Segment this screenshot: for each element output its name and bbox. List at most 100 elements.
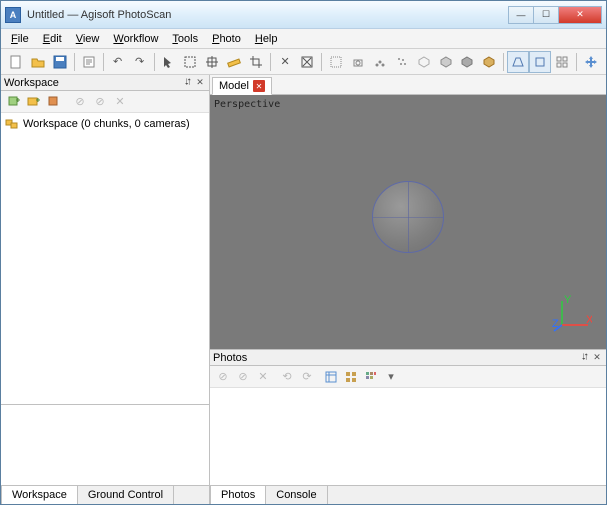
rotate-right-icon[interactable]: ⟳ xyxy=(297,368,317,386)
trackball-sphere xyxy=(372,181,444,253)
separator-icon xyxy=(103,53,104,71)
script-icon[interactable] xyxy=(78,51,100,73)
separator-icon xyxy=(321,53,322,71)
add-chunk-icon[interactable] xyxy=(4,93,24,111)
disable-icon[interactable]: ⊘ xyxy=(70,93,90,111)
menu-photo[interactable]: Photo xyxy=(206,31,247,47)
markers-icon[interactable] xyxy=(369,51,391,73)
tab-model-label: Model xyxy=(219,80,249,92)
workspace-tree[interactable]: Workspace (0 chunks, 0 cameras) xyxy=(1,113,209,404)
menu-workflow[interactable]: Workflow xyxy=(107,31,164,47)
thumb-dropdown-icon[interactable]: ▾ xyxy=(381,368,401,386)
open-icon[interactable] xyxy=(27,51,49,73)
disable2-icon[interactable]: ⊘ xyxy=(90,93,110,111)
rect-select-icon[interactable] xyxy=(179,51,201,73)
tab-ground-control[interactable]: Ground Control xyxy=(77,485,174,504)
tab-model[interactable]: Model ✕ xyxy=(212,77,272,95)
workspace-panel: Workspace ⮃ ✕ ⊘ ⊘ ✕ Workspace (0 c xyxy=(1,75,209,405)
photos-body[interactable] xyxy=(210,388,606,485)
ortho-icon[interactable] xyxy=(529,51,551,73)
solid-icon[interactable] xyxy=(457,51,479,73)
thumb-small-icon[interactable] xyxy=(341,368,361,386)
menu-help-label: elp xyxy=(263,33,278,45)
predefined-views-icon[interactable] xyxy=(551,51,573,73)
menu-file-label: ile xyxy=(18,33,29,45)
menu-edit-label: dit xyxy=(50,33,62,45)
disable-photo-icon[interactable]: ⊘ xyxy=(233,368,253,386)
pin-icon[interactable]: ⮃ xyxy=(579,352,591,364)
tab-workspace-label: Workspace xyxy=(12,489,67,501)
model-viewport-panel: Model ✕ Perspective Y X Z xyxy=(210,75,606,349)
close-panel-icon[interactable]: ✕ xyxy=(591,352,603,364)
workspace-icon xyxy=(5,117,19,131)
undo-icon[interactable]: ↶ xyxy=(107,51,129,73)
axis-z-label: Z xyxy=(552,318,559,330)
menu-view[interactable]: View xyxy=(70,31,106,47)
pin-icon[interactable]: ⮃ xyxy=(182,77,194,89)
photos-toolbar: ⊘ ⊘ ✕ ⟲ ⟳ ▾ xyxy=(210,366,606,388)
menu-photo-label: hoto xyxy=(219,33,240,45)
new-icon[interactable] xyxy=(5,51,27,73)
mesh-icon[interactable] xyxy=(435,51,457,73)
photos-panel-header[interactable]: Photos ⮃ ✕ xyxy=(210,350,606,366)
maximize-button[interactable]: ☐ xyxy=(533,6,559,24)
window-buttons: — ☐ ✕ xyxy=(509,6,602,24)
main-toolbar: ↶ ↷ ✕ xyxy=(1,49,606,75)
enable-all-icon[interactable] xyxy=(44,93,64,111)
separator-icon xyxy=(154,53,155,71)
texture-icon[interactable] xyxy=(478,51,500,73)
tab-photos[interactable]: Photos xyxy=(210,485,266,504)
cameras-icon[interactable] xyxy=(347,51,369,73)
perspective-icon[interactable] xyxy=(507,51,529,73)
app-icon: A xyxy=(5,7,21,23)
resize-region-icon[interactable] xyxy=(201,51,223,73)
enable-photo-icon[interactable]: ⊘ xyxy=(213,368,233,386)
window-title: Untitled — Agisoft PhotoScan xyxy=(27,9,509,21)
crop-selection-icon[interactable] xyxy=(296,51,318,73)
tab-photos-label: Photos xyxy=(221,489,255,501)
pointcloud-icon[interactable] xyxy=(391,51,413,73)
crop-icon[interactable] xyxy=(245,51,267,73)
workspace-panel-header[interactable]: Workspace ⮃ ✕ xyxy=(1,75,209,91)
bbox-icon[interactable] xyxy=(325,51,347,73)
menu-help[interactable]: Help xyxy=(249,31,284,47)
pointer-icon[interactable] xyxy=(158,51,180,73)
separator-icon xyxy=(74,53,75,71)
main-body: Workspace ⮃ ✕ ⊘ ⊘ ✕ Workspace (0 c xyxy=(1,75,606,504)
tab-console[interactable]: Console xyxy=(265,485,327,504)
navigate-icon[interactable] xyxy=(580,51,602,73)
rotate-left-icon[interactable]: ⟲ xyxy=(277,368,297,386)
close-panel-icon[interactable]: ✕ xyxy=(194,77,206,89)
tab-ground-label: Ground Control xyxy=(88,489,163,501)
tab-console-label: Console xyxy=(276,489,316,501)
titlebar[interactable]: A Untitled — Agisoft PhotoScan — ☐ ✕ xyxy=(1,1,606,29)
thumb-large-icon[interactable] xyxy=(361,368,381,386)
remove-icon[interactable]: ✕ xyxy=(110,93,130,111)
menu-file[interactable]: File xyxy=(5,31,35,47)
workspace-root-item[interactable]: Workspace (0 chunks, 0 cameras) xyxy=(5,116,205,132)
menu-workflow-label: orkflow xyxy=(124,33,159,45)
close-button[interactable]: ✕ xyxy=(558,6,602,24)
save-icon[interactable] xyxy=(49,51,71,73)
tab-workspace[interactable]: Workspace xyxy=(1,485,78,504)
menu-edit[interactable]: Edit xyxy=(37,31,68,47)
workspace-panel-title: Workspace xyxy=(4,77,182,89)
workspace-lower-blank xyxy=(1,405,209,485)
model-3d-canvas[interactable]: Perspective Y X Z xyxy=(210,95,606,349)
ruler-icon[interactable] xyxy=(223,51,245,73)
model-tabstrip: Model ✕ xyxy=(210,75,606,95)
delete-icon[interactable]: ✕ xyxy=(274,51,296,73)
menu-tools-label: ools xyxy=(178,33,198,45)
tab-close-icon[interactable]: ✕ xyxy=(253,80,265,92)
minimize-button[interactable]: — xyxy=(508,6,534,24)
right-column: Model ✕ Perspective Y X Z xyxy=(210,75,606,504)
dense-icon[interactable] xyxy=(413,51,435,73)
separator-icon xyxy=(503,53,504,71)
detail-view-icon[interactable] xyxy=(321,368,341,386)
delete-photo-icon[interactable]: ✕ xyxy=(253,368,273,386)
menu-tools[interactable]: Tools xyxy=(166,31,204,47)
add-photos-icon[interactable] xyxy=(24,93,44,111)
app-window: A Untitled — Agisoft PhotoScan — ☐ ✕ Fil… xyxy=(0,0,607,505)
menu-view-label: iew xyxy=(83,33,100,45)
redo-icon[interactable]: ↷ xyxy=(129,51,151,73)
